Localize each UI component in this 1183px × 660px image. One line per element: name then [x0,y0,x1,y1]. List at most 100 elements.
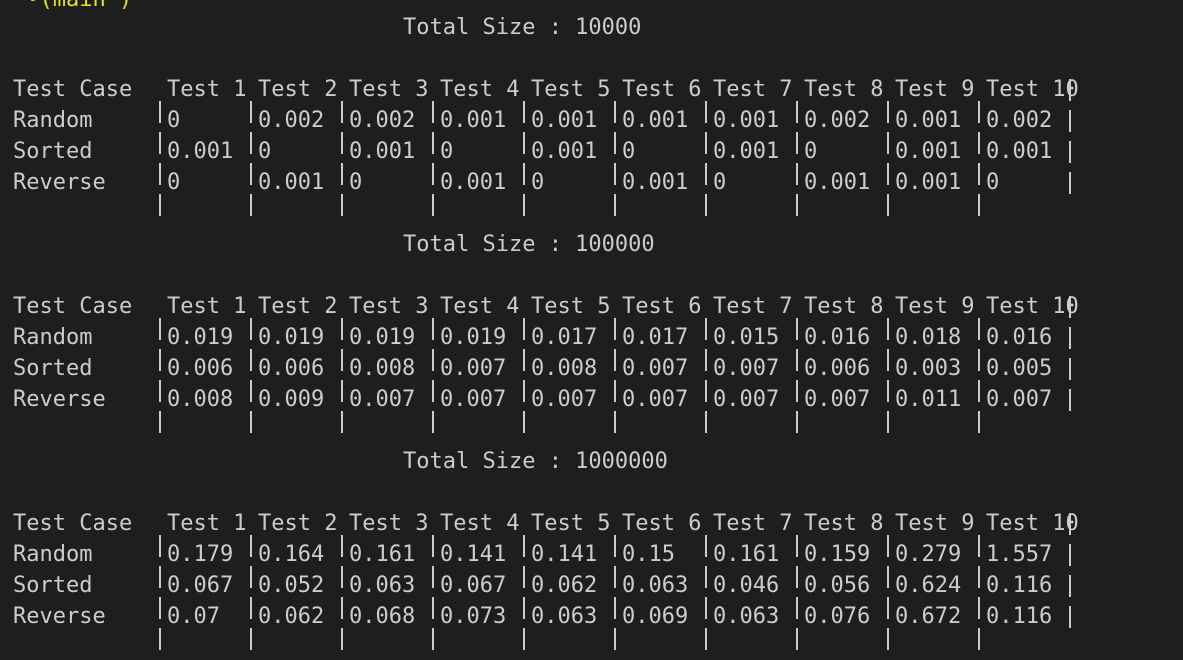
cell-value: Test 2 [258,77,338,102]
table-cell: 0.015 [705,322,796,371]
table-cell: 0.001 [432,167,523,216]
table-cell: 0.179 [159,539,250,588]
table-cell: Test 3 [341,508,432,557]
cell-value: 0.672 [895,604,962,629]
cell-value: Test 3 [349,77,429,102]
table-cell: Test 5 [523,508,614,557]
cell-value: 0.15 [622,542,675,567]
table-cell: 1.557 [978,539,1069,588]
table-row: Sorted 0.001 0 0.001 0 0.001 0 0.001 0 0.001 0.001 [13,136,1077,185]
cell-value: 0.008 [349,356,416,381]
table-cell: 0.076 [796,601,887,650]
cell-value: Test 10 [986,77,1079,102]
table-cell: Test 10 [978,291,1079,340]
cell-value: 1.557 [986,542,1053,567]
table-cell: 0.063 [705,601,796,650]
table-cell: Test 2 [250,508,341,557]
prompt-line: •(main ) [13,0,132,15]
cell-value: Test 3 [349,294,429,319]
cell-value: Test 10 [986,294,1079,319]
cell-value: Test 9 [895,77,975,102]
cell-value: Test 4 [440,294,520,319]
table-cell: 0.116 [978,570,1069,619]
table-cell: 0.063 [523,601,614,650]
table-cell: 0.161 [341,539,432,588]
table-cell: Test 8 [796,508,887,557]
cell-value: 0.007 [622,387,689,412]
cell-value: 0.001 [713,108,780,133]
table-cell: Test 2 [250,74,341,123]
table-cell: 0 [250,136,341,185]
table-cell: Test 5 [523,291,614,340]
table-cell: 0.141 [523,539,614,588]
table-cell: Test 1 [159,508,250,557]
cell-value: 0.007 [531,387,598,412]
cell-value: Test 1 [167,77,247,102]
table-cell: 0 [705,167,796,216]
cell-value: 0.016 [804,325,871,350]
table-cell: 0.007 [523,384,614,433]
table-cell: 0.019 [250,322,341,371]
row-label: Random [13,325,93,350]
table-cell: 0.001 [887,105,978,154]
table-cell: 0.002 [978,105,1069,154]
table-cell: 0.017 [523,322,614,371]
column-separator [1069,74,1077,105]
table-cell: Test 7 [705,508,796,557]
cell-value: 0.006 [804,356,871,381]
cell-value: 0.016 [986,325,1053,350]
cell-value: Test 8 [804,511,884,536]
row-label: Sorted [13,139,93,164]
cell-value: 0.009 [258,387,325,412]
table-cell: Test 10 [978,508,1079,557]
table-title: Total Size : 10000 [403,15,642,40]
table-cell: 0.001 [796,167,887,216]
column-separator [1069,291,1077,322]
cell-value: 0.164 [258,542,325,567]
table-cell: Test 8 [796,74,887,123]
row-label: Reverse [13,170,106,195]
table-cell: 0.141 [432,539,523,588]
cell-value: 0 [622,139,636,164]
table-cell: Test 4 [432,291,523,340]
cell-value: 0.063 [349,573,416,598]
cell-value: Test 2 [258,511,338,536]
table-cell: Test 3 [341,291,432,340]
table-row: Reverse 0.07 0.062 0.068 0.073 0.063 0.069 0.06… [13,601,1077,650]
table-cell: 0.056 [796,570,887,619]
cell-value: 0.063 [622,573,689,598]
cell-value: 0.001 [531,139,598,164]
table-cell: Test 9 [887,508,978,557]
cell-value: 0 [531,170,545,195]
column-separator [1069,353,1077,384]
table-cell: 0.011 [887,384,978,433]
cell-value: 0 [440,139,454,164]
table-cell: 0.116 [978,601,1069,650]
table-cell: 0.001 [523,105,614,154]
cell-value: 0.161 [713,542,780,567]
table-cell: Test 1 [159,291,250,340]
cell-value: 0.062 [258,604,325,629]
cell-value: 0.005 [986,356,1053,381]
table-cell: 0.001 [250,167,341,216]
table-cell: 0.003 [887,353,978,402]
table-header-row: Test Case Test 1 Test 2 Test 3 Test 4 Test 5 T… [13,74,1079,123]
cell-value: 0.159 [804,542,871,567]
cell-value: Test 6 [622,77,702,102]
cell-value: 0.007 [713,387,780,412]
cell-value: Test 9 [895,511,975,536]
table-cell: 0.001 [887,167,978,216]
cell-value: 0.007 [349,387,416,412]
table-cell: Test 6 [614,74,705,123]
cell-value: 0.001 [349,139,416,164]
table-cell: Test 7 [705,74,796,123]
cell-value: 0.018 [895,325,962,350]
table-cell: 0.007 [705,384,796,433]
table-cell: 0.001 [705,136,796,185]
table-cell: 0.067 [159,570,250,619]
cell-value: 0.073 [440,604,507,629]
table-cell: 0 [159,167,250,216]
table-cell: 0.002 [796,105,887,154]
cell-value: 0 [258,139,272,164]
table-cell: 0.279 [887,539,978,588]
